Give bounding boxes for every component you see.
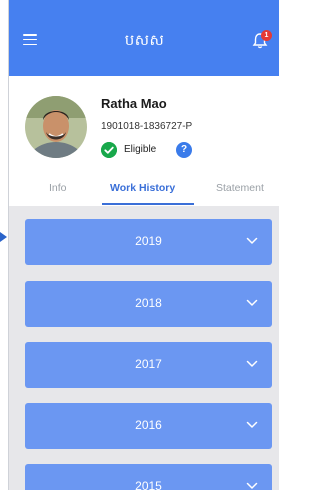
year-label: 2019 bbox=[135, 234, 162, 248]
year-label: 2018 bbox=[135, 296, 162, 310]
chevron-down-icon bbox=[246, 482, 258, 489]
chevron-down-icon bbox=[246, 421, 258, 428]
active-tab-indicator bbox=[102, 203, 194, 205]
profile-id-number: 1901018-1836727-P bbox=[101, 121, 193, 132]
avatar bbox=[25, 96, 87, 158]
year-accordion-2016[interactable]: 2016 bbox=[25, 403, 272, 449]
tab-statement[interactable]: Statement bbox=[216, 182, 264, 194]
year-label: 2015 bbox=[135, 479, 162, 490]
profile-card: Ratha Mao 1901018-1836727-P Eligible ? I… bbox=[9, 76, 279, 206]
profile-tabs: Info Work History Statement bbox=[9, 176, 279, 206]
app-screen: បសស 1 Ratha Mao 1901018-1836727-P Eligib… bbox=[8, 0, 279, 490]
tab-work-history[interactable]: Work History bbox=[110, 182, 175, 194]
year-accordion-2017[interactable]: 2017 bbox=[25, 342, 272, 388]
chevron-down-icon bbox=[246, 299, 258, 306]
scroll-indicator-arrow bbox=[0, 232, 7, 242]
year-label: 2016 bbox=[135, 418, 162, 432]
chevron-down-icon bbox=[246, 360, 258, 367]
tab-info[interactable]: Info bbox=[49, 182, 67, 194]
chevron-down-icon bbox=[246, 237, 258, 244]
notification-badge: 1 bbox=[261, 30, 272, 41]
year-accordion-2018[interactable]: 2018 bbox=[25, 281, 272, 327]
help-icon[interactable]: ? bbox=[176, 142, 192, 158]
year-accordion-2019[interactable]: 2019 bbox=[25, 219, 272, 265]
profile-name: Ratha Mao bbox=[101, 96, 167, 111]
year-accordion-2015[interactable]: 2015 bbox=[25, 464, 272, 490]
app-title: បសស bbox=[124, 31, 165, 49]
status-label: Eligible bbox=[124, 144, 157, 155]
year-label: 2017 bbox=[135, 357, 162, 371]
check-circle-icon bbox=[101, 142, 117, 158]
